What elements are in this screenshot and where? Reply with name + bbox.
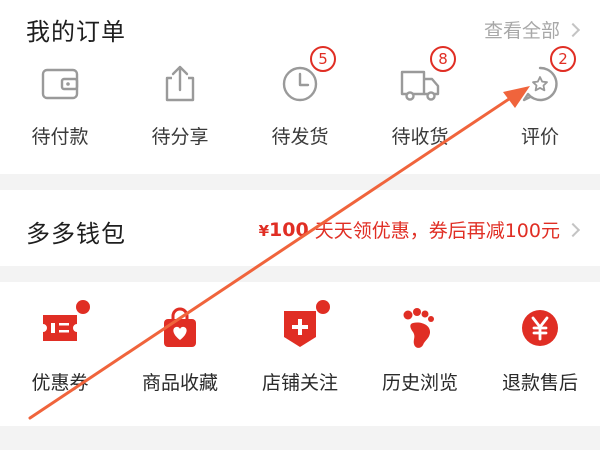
pending-shipment-badge: 5: [310, 46, 336, 72]
wallet-amount-value: 100: [269, 218, 309, 241]
tool-label: 退款售后: [501, 372, 578, 394]
order-label: 待发货: [271, 126, 329, 148]
view-all-orders-link[interactable]: 查看全部: [483, 16, 581, 43]
order-label: 评价: [520, 126, 559, 148]
tool-item-followed-stores[interactable]: 店铺关注: [240, 300, 360, 395]
notification-dot: [76, 300, 90, 314]
chevron-right-icon: [565, 22, 581, 37]
tool-label: 优惠券: [31, 372, 89, 394]
wallet-promo-text: 天天领优惠，券后再减100元: [314, 220, 560, 242]
order-status-row: 待付款 待分享 5 待发货 8 待收货 2 评价: [0, 46, 600, 149]
tool-item-refunds[interactable]: 退款售后: [480, 306, 600, 395]
tool-label: 店铺关注: [261, 372, 338, 394]
yen-symbol: ¥: [258, 221, 270, 240]
order-label: 待收货: [391, 126, 449, 148]
order-item-pending-share[interactable]: 待分享: [120, 62, 240, 149]
notification-dot: [316, 300, 330, 314]
order-item-review[interactable]: 2 评价: [480, 46, 600, 149]
order-item-pending-receipt[interactable]: 8 待收货: [360, 46, 480, 149]
yen-circle-icon: [518, 306, 562, 350]
view-all-label: 查看全部: [483, 20, 560, 42]
tool-item-history[interactable]: 历史浏览: [360, 306, 480, 395]
chevron-right-icon: [565, 222, 581, 237]
orders-card: 我的订单 查看全部 待付款 待分享 5 待发货 8 待收货 2 评价: [0, 0, 600, 174]
tool-item-coupons[interactable]: 优惠券: [0, 300, 120, 395]
wallet-promo-link[interactable]: ¥100 天天领优惠，券后再减100元: [259, 216, 581, 243]
orders-title: 我的订单: [26, 18, 126, 46]
tool-item-favorites[interactable]: 商品收藏: [120, 306, 240, 395]
order-item-pending-shipment[interactable]: 5 待发货: [240, 46, 360, 149]
heart-bag-icon: [158, 306, 202, 350]
tools-row: 优惠券 商品收藏 店铺关注 历史浏览 退款售后: [0, 300, 600, 395]
review-badge: 2: [550, 46, 576, 72]
order-label: 待分享: [151, 126, 209, 148]
wallet-icon: [38, 62, 82, 106]
order-label: 待付款: [31, 126, 89, 148]
tool-label: 商品收藏: [141, 372, 218, 394]
wallet-amount: ¥100: [259, 219, 309, 241]
pending-receipt-badge: 8: [430, 46, 456, 72]
share-icon: [158, 62, 202, 106]
tool-label: 历史浏览: [381, 372, 458, 394]
store-plus-icon: [278, 300, 330, 350]
footprint-icon: [398, 306, 442, 350]
wallet-title: 多多钱包: [26, 220, 126, 248]
order-item-pending-payment[interactable]: 待付款: [0, 62, 120, 149]
coupon-icon: [38, 300, 90, 350]
